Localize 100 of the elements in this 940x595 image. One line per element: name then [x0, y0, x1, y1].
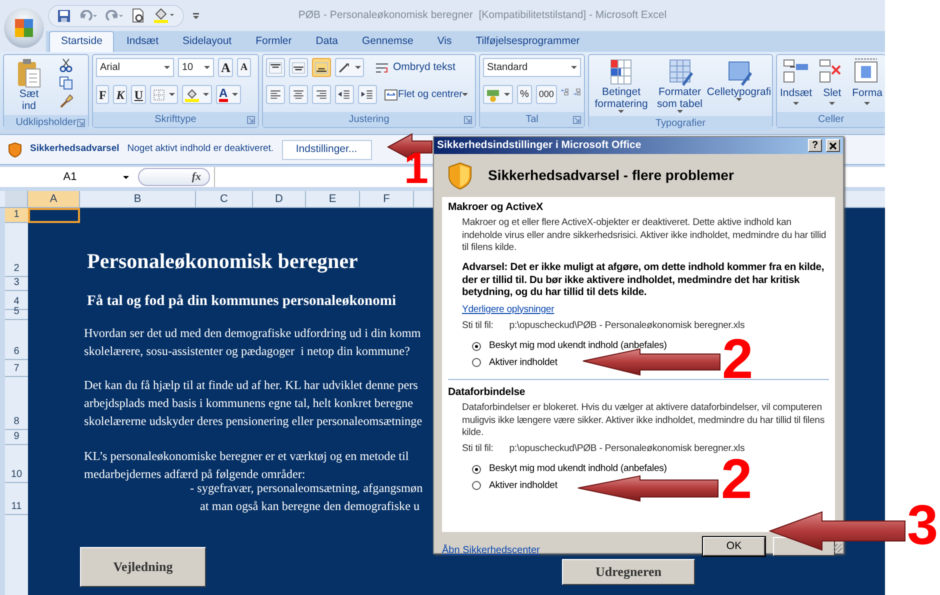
column-header[interactable]: E	[306, 191, 360, 207]
bold-button[interactable]: F	[96, 85, 110, 104]
function-button[interactable]: fx	[192, 168, 201, 186]
currency-button[interactable]	[483, 85, 513, 104]
radio-button[interactable]	[472, 342, 481, 351]
row-header[interactable]: 8	[5, 377, 28, 430]
column-header[interactable]: B	[80, 191, 196, 207]
group-label: Celler	[818, 113, 844, 127]
row-header[interactable]: 2	[5, 223, 28, 277]
scissors-icon[interactable]	[59, 58, 73, 72]
customize-icon[interactable]	[192, 10, 200, 20]
options-button[interactable]: Indstillinger...	[282, 140, 372, 160]
path-label: Sti til fil:	[462, 443, 494, 456]
office-button[interactable]	[4, 8, 44, 48]
grow-font-button[interactable]: A	[218, 58, 234, 77]
conditional-format-button[interactable]: Betinget formatering	[592, 58, 650, 113]
font-color-button[interactable]: A	[216, 85, 241, 104]
align-right-button[interactable]	[312, 85, 331, 104]
group-label: Udklipsholder	[16, 116, 76, 130]
ribbon-tab[interactable]: Startside	[49, 31, 114, 52]
fill-color-icon[interactable]	[153, 8, 175, 23]
annotation-number: 2	[722, 338, 754, 380]
caret-icon	[164, 66, 170, 69]
radio-label[interactable]: Aktiver indholdet	[489, 356, 558, 369]
column-header[interactable]: A	[28, 191, 80, 207]
caret-icon	[736, 98, 742, 101]
format-cells-button[interactable]: Forma	[852, 58, 882, 109]
ribbon-tab[interactable]: Gennemse	[350, 31, 426, 52]
radio-label[interactable]: Aktiver indholdet	[489, 480, 558, 492]
caret-icon	[618, 110, 624, 113]
column-header[interactable]: D	[253, 191, 306, 207]
radio-button[interactable]	[472, 481, 481, 490]
row-header[interactable]: 11	[5, 483, 28, 515]
percent-button[interactable]: %	[517, 85, 532, 104]
help-button[interactable]: ?	[808, 139, 822, 152]
radio-button[interactable]	[472, 465, 481, 474]
ribbon-tab[interactable]: Vis	[425, 31, 464, 52]
row-header[interactable]: 7	[5, 360, 28, 377]
undo-icon[interactable]	[79, 10, 97, 22]
italic-button[interactable]: K	[113, 85, 128, 104]
table-format-button[interactable]: Formater som tabel	[650, 58, 709, 113]
row-header[interactable]: 9	[5, 430, 28, 445]
close-button[interactable]	[826, 139, 840, 152]
brush-icon[interactable]	[59, 94, 73, 108]
thousands-button[interactable]: 000	[536, 85, 557, 104]
bottom-align-button[interactable]	[312, 58, 331, 77]
section-text: Dataforbindelser er blokeret. Hvis du vælger at aktivere dataforbindelser, vil computeren muligvis ikke længere være sikker. Aktiver ikke indholdet, medmindre du har tillid til filens kilde.	[462, 402, 826, 440]
group-label: Justering	[348, 113, 390, 127]
wrap-text-button[interactable]: Ombryd tekst	[372, 58, 458, 77]
middle-align-button[interactable]	[289, 58, 308, 77]
shrink-font-button[interactable]: A	[237, 58, 251, 77]
calculator-button[interactable]: Udregneren	[562, 559, 695, 585]
underline-button[interactable]: U	[131, 85, 146, 104]
guide-button[interactable]: Vejledning	[80, 547, 206, 587]
trust-center-link[interactable]: Åbn Sikkerhedscenter	[442, 543, 540, 558]
row-header[interactable]: 3	[5, 277, 28, 291]
decrease-indent-icon	[338, 88, 351, 100]
path-label: Sti til fil:	[462, 320, 494, 332]
paste-button[interactable]: Sæt ind	[7, 58, 51, 112]
fill-color-button[interactable]	[182, 85, 212, 104]
caret-icon	[793, 102, 800, 105]
ribbon-tab[interactable]: Tilføjelsesprogrammer	[464, 31, 592, 52]
ribbon-tab[interactable]: Indsæt	[114, 31, 171, 52]
row-header[interactable]: 10	[5, 445, 28, 483]
save-icon[interactable]	[57, 8, 71, 22]
caret-icon	[504, 93, 510, 96]
top-align-button[interactable]	[266, 58, 285, 77]
cell-styles-button[interactable]: Celletypografi	[709, 58, 769, 113]
ribbon-tab[interactable]: Data	[304, 31, 350, 52]
name-box[interactable]: A1	[5, 167, 135, 187]
caret-icon	[169, 93, 176, 96]
delete-cells-button[interactable]: Slet	[818, 58, 846, 109]
print-preview-icon[interactable]	[131, 8, 145, 23]
ok-button[interactable]: OK	[703, 537, 765, 556]
radio-button[interactable]	[472, 358, 481, 368]
security-warning-title: Sikkerhedsadvarsel	[30, 142, 120, 156]
decrease-indent-button[interactable]	[335, 85, 354, 104]
column-header[interactable]: C	[196, 191, 253, 207]
font-size-select[interactable]: 10	[178, 58, 214, 77]
font-select[interactable]: Arial	[96, 58, 174, 77]
insert-cells-button[interactable]: Indsæt	[780, 58, 812, 109]
align-center-button[interactable]	[289, 85, 308, 104]
ribbon-tab[interactable]: Sidelayout	[170, 31, 244, 52]
column-header[interactable]: F	[360, 191, 414, 207]
radio-label[interactable]: Beskyt mig mod ukendt indhold (anbefales)	[489, 340, 667, 353]
radio-label[interactable]: Beskyt mig mod ukendt indhold (anbefales)	[489, 463, 667, 476]
ribbon-tab[interactable]: Formler	[244, 31, 304, 52]
row-header[interactable]: 1	[5, 208, 28, 223]
redo-icon[interactable]	[105, 10, 123, 22]
caret-icon	[355, 66, 361, 69]
merge-center-button[interactable]: Flet og centrer	[381, 85, 472, 104]
copy-icon[interactable]	[59, 76, 73, 90]
align-left-button[interactable]	[266, 85, 285, 104]
number-format-select[interactable]: Standard	[483, 58, 581, 77]
sheet-paragraph: Det kan du få hjælp til at finde ud af her. KL har udviklet denne pers arbejdsplads med basis i kommunens egne tal, helt konkret beregne skolelærerne udskyder deres pensionering eller personaleomsætninge	[83, 377, 422, 430]
sheet-paragraph: Hvordan ser det ud med den demografiske udfordring ud i din komm skolelærere, sosu-assistenter og pædagoger i netop din kommune?	[83, 325, 421, 360]
row-header[interactable]: 6	[5, 320, 28, 360]
orientation-button[interactable]	[335, 58, 364, 77]
increase-indent-button[interactable]	[358, 85, 377, 104]
more-info-link[interactable]: Yderligere oplysninger	[462, 304, 554, 315]
